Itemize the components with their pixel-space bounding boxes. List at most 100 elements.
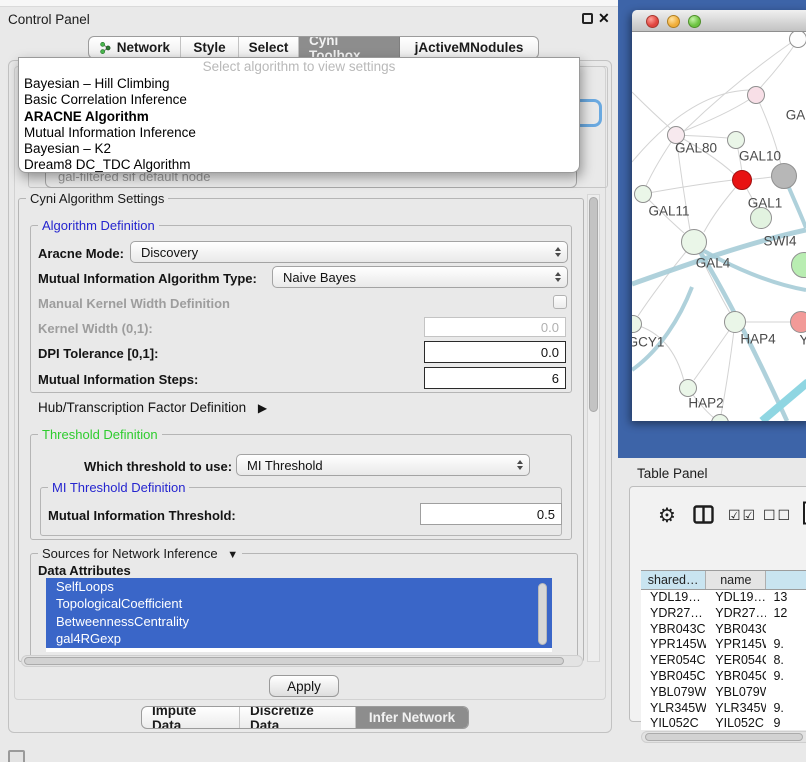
combobox-value: Naive Bayes [283, 270, 356, 285]
node-label: SWI4 [763, 234, 796, 249]
dropdown-item-bayesian-hill-climbing[interactable]: Bayesian – Hill Climbing [19, 76, 579, 92]
table-panel: Table Panel ⚙ ☑☑ ☐☐ shared… name YDL19…Y… [618, 458, 806, 735]
document-icon[interactable] [802, 501, 806, 525]
close-traffic-light-icon[interactable] [646, 15, 659, 28]
network-node[interactable] [747, 86, 765, 104]
bottom-tabbar: Impute Data Discretize Data Infer Networ… [141, 706, 469, 729]
sources-group-title[interactable]: Sources for Network Inference ▼ [38, 546, 242, 561]
control-panel-tabbar: Network Style Select Cyni Toolbox jActiv… [88, 36, 539, 59]
float-panel-icon[interactable] [582, 13, 593, 24]
hub-section-header[interactable]: Hub/Transcription Factor Definition ▶ [38, 400, 267, 415]
column-header-partial[interactable] [766, 571, 806, 589]
table-row[interactable]: YLR345WYLR345W9. [641, 701, 806, 717]
dpi-tolerance-field[interactable]: 0.0 [424, 341, 566, 363]
network-icon [99, 41, 112, 55]
network-view-window[interactable]: GAL7 GAL80 GAL10 GAL1 GAL11 SWI4 GAL4 GC… [632, 10, 806, 421]
table-header-row: shared… name [641, 571, 806, 590]
dropdown-item-aracne[interactable]: ARACNE Algorithm [19, 109, 579, 125]
table-row[interactable]: YBR045CYBR045C9. [641, 669, 806, 685]
which-threshold-combobox[interactable]: MI Threshold [236, 454, 530, 476]
zoom-traffic-light-icon[interactable] [688, 15, 701, 28]
aracne-mode-label: Aracne Mode: [38, 246, 124, 261]
settings-scrollbar-thumb[interactable] [589, 197, 598, 412]
dpi-tolerance-label: DPI Tolerance [0,1]: [38, 346, 158, 361]
tab-label: Network [117, 40, 170, 55]
manual-kernel-checkbox[interactable] [553, 295, 567, 309]
combobox-value: MI Threshold [247, 458, 323, 473]
list-item-selected[interactable]: TopologicalCoefficient [46, 595, 552, 612]
network-edges [632, 32, 806, 421]
table-row[interactable]: YBR043CYBR043C [641, 622, 806, 638]
algorithm-definition-title: Algorithm Definition [38, 218, 159, 233]
mi-threshold-group-title: MI Threshold Definition [48, 480, 189, 495]
table-horizontal-scrollbar[interactable] [641, 731, 806, 743]
dropdown-item-mutual-information[interactable]: Mutual Information Inference [19, 125, 579, 141]
data-attributes-label: Data Attributes [38, 563, 131, 578]
mi-threshold-field[interactable]: 0.5 [420, 503, 562, 525]
select-all-checkboxes-icon[interactable]: ☑☑ [728, 507, 757, 524]
data-attributes-list: SelfLoops TopologicalCoefficient Between… [46, 578, 552, 652]
settings-scrollbar[interactable] [587, 194, 600, 662]
list-item-selected[interactable]: BetweennessCentrality [46, 613, 552, 630]
network-node[interactable] [681, 229, 707, 255]
network-node[interactable] [634, 185, 652, 203]
tab-infer-network[interactable]: Infer Network [356, 707, 468, 728]
aracne-mode-combobox[interactable]: Discovery [130, 241, 568, 263]
panel-corner-button[interactable] [8, 750, 25, 762]
settings-horizontal-thumb[interactable] [24, 657, 564, 665]
tab-cyni-toolbox[interactable]: Cyni Toolbox [299, 37, 400, 58]
network-canvas[interactable]: GAL7 GAL80 GAL10 GAL1 GAL11 SWI4 GAL4 GC… [632, 32, 806, 421]
which-threshold-label: Which threshold to use: [84, 459, 232, 474]
table-row[interactable]: YIL052CYIL052C9 [641, 716, 806, 730]
tab-label: Select [249, 40, 289, 55]
tab-label: Style [193, 40, 225, 55]
manual-kernel-label: Manual Kernel Width Definition [38, 296, 230, 311]
node-label: GCY1 [632, 335, 664, 350]
gear-icon[interactable]: ⚙ [658, 503, 676, 528]
split-columns-icon[interactable] [693, 505, 714, 524]
tab-discretize-data[interactable]: Discretize Data [240, 707, 356, 728]
kernel-width-field[interactable]: 0.0 [424, 317, 566, 337]
deselect-all-checkboxes-icon[interactable]: ☐☐ [763, 507, 792, 524]
network-node[interactable] [727, 131, 745, 149]
close-icon[interactable]: ✕ [598, 10, 610, 27]
settings-horizontal-scrollbar[interactable] [21, 655, 583, 667]
network-window-titlebar[interactable] [632, 10, 806, 32]
apply-button[interactable]: Apply [269, 675, 339, 697]
tab-jactivemnodules[interactable]: jActiveMNodules [400, 37, 538, 58]
combobox-arrows-icon [555, 247, 561, 257]
mi-type-combobox[interactable]: Naive Bayes [272, 266, 568, 288]
column-header-name[interactable]: name [706, 571, 766, 589]
network-node[interactable] [679, 379, 697, 397]
table-row[interactable]: YDR27…YDR27…12 [641, 606, 806, 622]
network-node[interactable] [790, 311, 806, 333]
list-item-selected[interactable]: SelfLoops [46, 578, 552, 595]
tab-impute-data[interactable]: Impute Data [142, 707, 240, 728]
tab-label: Infer Network [369, 710, 455, 725]
network-node[interactable] [771, 163, 797, 189]
table-row[interactable]: YPR145WYPR145W9. [641, 637, 806, 653]
tab-network[interactable]: Network [89, 37, 181, 58]
minimize-traffic-light-icon[interactable] [667, 15, 680, 28]
network-node[interactable] [789, 32, 806, 48]
network-node[interactable] [724, 311, 746, 333]
attribute-list-scrollbar-thumb[interactable] [538, 583, 547, 645]
dropdown-item-basic-correlation[interactable]: Basic Correlation Inference [19, 92, 579, 108]
table-row[interactable]: YBL079WYBL079W [641, 685, 806, 701]
network-node-selected-red[interactable] [732, 170, 752, 190]
table-row[interactable]: YDL19…YDL19…13 [641, 590, 806, 606]
table-row[interactable]: YER054CYER054C8. [641, 653, 806, 669]
dropdown-item-dream8[interactable]: Dream8 DC_TDC Algorithm [19, 157, 579, 173]
control-panel: Control Panel ✕ Network Style Select [0, 0, 618, 762]
algorithm-dropdown-popup: Select algorithm to view settings Bayesi… [18, 57, 580, 173]
list-item-selected[interactable]: gal4RGexp [46, 630, 552, 647]
column-header-shared-name[interactable]: shared… [641, 571, 706, 589]
dropdown-item-bayesian-k2[interactable]: Bayesian – K2 [19, 141, 579, 157]
control-panel-title: Control Panel [8, 12, 90, 27]
table-horizontal-thumb[interactable] [645, 733, 803, 741]
tab-select[interactable]: Select [239, 37, 299, 58]
tab-style[interactable]: Style [181, 37, 239, 58]
node-label: GAL80 [675, 141, 717, 156]
mi-type-label: Mutual Information Algorithm Type: [38, 271, 257, 286]
mi-steps-field[interactable]: 6 [424, 367, 566, 389]
